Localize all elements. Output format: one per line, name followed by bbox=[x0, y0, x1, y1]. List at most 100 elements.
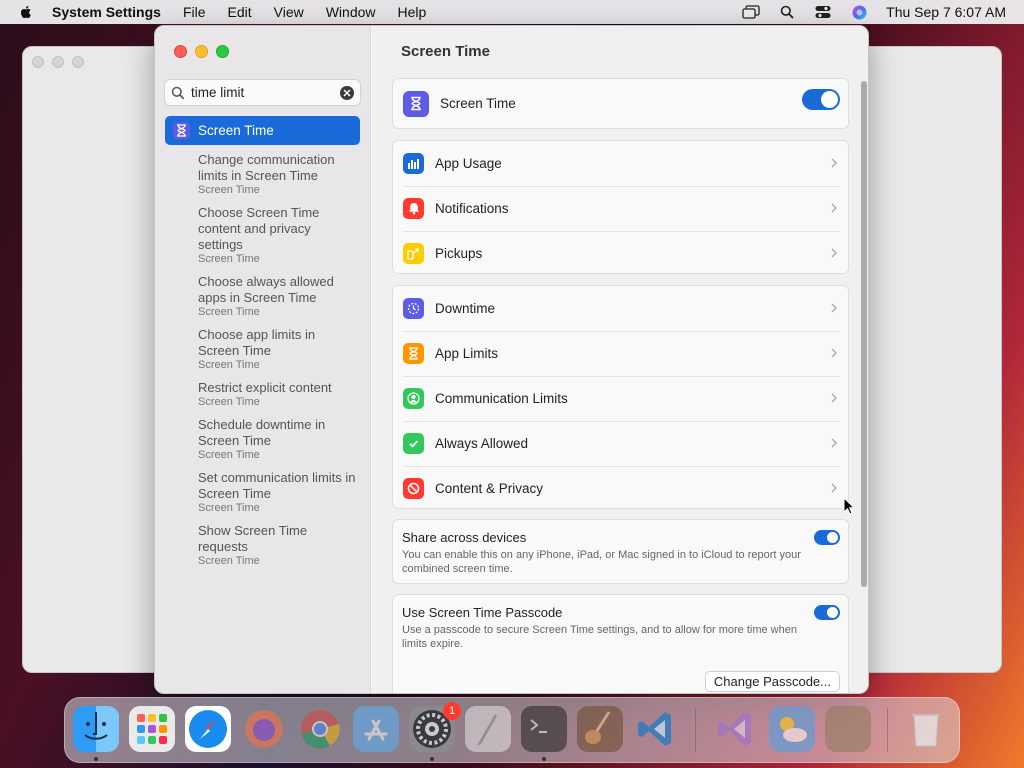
finder-icon[interactable] bbox=[73, 706, 119, 752]
row-notifications[interactable]: Notifications bbox=[393, 186, 848, 231]
share-title: Share across devices bbox=[402, 530, 527, 545]
row-label: Downtime bbox=[435, 301, 496, 316]
mouse-cursor-icon bbox=[843, 497, 855, 515]
spotlight-search-icon[interactable] bbox=[778, 4, 796, 20]
scrollbar[interactable] bbox=[861, 81, 867, 587]
row-downtime[interactable]: Downtime bbox=[393, 286, 848, 331]
limits-group: Downtime App Limits Communication Limits… bbox=[392, 285, 849, 509]
search-results: Change communication limits in Screen Ti… bbox=[198, 152, 358, 576]
row-communication-limits[interactable]: Communication Limits bbox=[393, 376, 848, 421]
search-result-title: Set communication limits in Screen Time bbox=[198, 470, 356, 501]
row-app-usage[interactable]: App Usage bbox=[393, 141, 848, 186]
chrome-icon[interactable] bbox=[297, 706, 343, 752]
chevron-right-icon bbox=[831, 248, 837, 258]
chevron-right-icon bbox=[831, 438, 837, 448]
sidebar-item-label: Screen Time bbox=[198, 123, 274, 138]
search-result-title: Choose Screen Time content and privacy s… bbox=[198, 205, 320, 252]
row-content-privacy[interactable]: Content & Privacy bbox=[393, 466, 848, 511]
zoom-button[interactable] bbox=[216, 45, 229, 58]
garageband-icon[interactable] bbox=[577, 706, 623, 752]
menu-edit[interactable]: Edit bbox=[228, 4, 252, 20]
row-label: Content & Privacy bbox=[435, 481, 544, 496]
search-result-title: Change communication limits in Screen Ti… bbox=[198, 152, 335, 183]
system-settings-icon[interactable]: 1 bbox=[409, 702, 461, 752]
launchpad-icon[interactable] bbox=[129, 706, 175, 752]
menu-help[interactable]: Help bbox=[398, 4, 427, 20]
dock-separator bbox=[887, 708, 888, 752]
running-indicator bbox=[430, 757, 434, 761]
terminal-icon[interactable] bbox=[521, 706, 567, 752]
trash-icon[interactable] bbox=[903, 706, 949, 752]
row-label: Communication Limits bbox=[435, 391, 568, 406]
row-label: App Limits bbox=[435, 346, 499, 361]
passcode-title: Use Screen Time Passcode bbox=[402, 605, 563, 620]
control-center-icon[interactable] bbox=[814, 4, 832, 20]
vscode-icon[interactable] bbox=[633, 706, 679, 752]
chevron-right-icon bbox=[831, 393, 837, 403]
menu-bar: System Settings File Edit View Window He… bbox=[0, 0, 1024, 24]
sidebar: time limit Screen Time Change communicat… bbox=[155, 26, 371, 693]
weather-icon[interactable] bbox=[769, 706, 815, 752]
search-result[interactable]: Schedule downtime in Screen Time Screen T… bbox=[198, 417, 358, 462]
menu-window[interactable]: Window bbox=[326, 4, 376, 20]
app-menu[interactable]: System Settings bbox=[52, 4, 161, 20]
visual-studio-icon[interactable] bbox=[713, 706, 759, 752]
search-result[interactable]: Choose always allowed apps in Screen Tim… bbox=[198, 274, 358, 319]
safari-icon[interactable] bbox=[185, 706, 231, 752]
bar-chart-icon bbox=[403, 153, 424, 174]
screen-time-group: Screen Time bbox=[392, 78, 849, 129]
minimize-button[interactable] bbox=[195, 45, 208, 58]
search-result[interactable]: Set communication limits in Screen Time S… bbox=[198, 470, 358, 515]
textedit-icon[interactable] bbox=[465, 706, 511, 752]
search-result-subtitle: Screen Time bbox=[198, 359, 260, 371]
search-icon bbox=[171, 86, 185, 99]
apple-icon[interactable] bbox=[18, 4, 34, 20]
clear-search-icon[interactable] bbox=[340, 85, 354, 100]
menu-file[interactable]: File bbox=[183, 4, 206, 20]
dock-separator bbox=[695, 708, 696, 752]
menubar-clock[interactable]: Thu Sep 7 6:07 AM bbox=[886, 4, 1006, 20]
share-toggle[interactable] bbox=[814, 530, 840, 545]
search-result-subtitle: Screen Time bbox=[198, 449, 260, 461]
close-button[interactable] bbox=[174, 45, 187, 58]
downtime-icon bbox=[403, 298, 424, 319]
change-passcode-button[interactable]: Change Passcode... bbox=[704, 671, 840, 692]
row-label: Notifications bbox=[435, 201, 509, 216]
search-input[interactable]: time limit bbox=[191, 85, 340, 100]
bell-icon bbox=[403, 198, 424, 219]
bg-close-button[interactable] bbox=[32, 56, 44, 68]
search-result-title: Choose app limits in Screen Time bbox=[198, 327, 316, 358]
row-app-limits[interactable]: App Limits bbox=[393, 331, 848, 376]
sidebar-item-screen-time[interactable]: Screen Time bbox=[165, 116, 360, 145]
search-result-subtitle: Screen Time bbox=[198, 555, 260, 567]
search-result[interactable]: Choose app limits in Screen Time Screen T… bbox=[198, 327, 358, 372]
siri-icon[interactable] bbox=[850, 4, 868, 20]
usage-group: App Usage Notifications Pickups bbox=[392, 140, 849, 274]
bg-minimize-button[interactable] bbox=[52, 56, 64, 68]
search-result[interactable]: Change communication limits in Screen Ti… bbox=[198, 152, 358, 197]
window-controls bbox=[174, 45, 229, 58]
screen-time-label: Screen Time bbox=[440, 96, 516, 111]
search-result[interactable]: Restrict explicit content Screen Time bbox=[198, 380, 358, 409]
row-label: App Usage bbox=[435, 156, 502, 171]
search-result[interactable]: Choose Screen Time content and privacy s… bbox=[198, 205, 358, 266]
person-icon bbox=[403, 388, 424, 409]
menu-view[interactable]: View bbox=[274, 4, 304, 20]
search-result-subtitle: Screen Time bbox=[198, 253, 260, 265]
app-store-icon[interactable] bbox=[353, 706, 399, 752]
firefox-icon[interactable] bbox=[241, 706, 287, 752]
notes-thumbnail-icon[interactable] bbox=[825, 706, 871, 752]
passcode-toggle[interactable] bbox=[814, 605, 840, 620]
passcode-group: Use Screen Time Passcode Use a passcode … bbox=[392, 594, 849, 693]
row-always-allowed[interactable]: Always Allowed bbox=[393, 421, 848, 466]
search-result-title: Show Screen Time requests bbox=[198, 523, 308, 554]
chevron-right-icon bbox=[831, 303, 837, 313]
row-pickups[interactable]: Pickups bbox=[393, 231, 848, 276]
search-result[interactable]: Show Screen Time requests Screen Time bbox=[198, 523, 358, 568]
screen-mirroring-icon[interactable] bbox=[742, 4, 760, 20]
screen-time-toggle[interactable] bbox=[802, 89, 840, 110]
search-field[interactable]: time limit bbox=[164, 79, 361, 106]
running-indicator bbox=[542, 757, 546, 761]
share-group: Share across devices You can enable this… bbox=[392, 519, 849, 584]
bg-zoom-button[interactable] bbox=[72, 56, 84, 68]
